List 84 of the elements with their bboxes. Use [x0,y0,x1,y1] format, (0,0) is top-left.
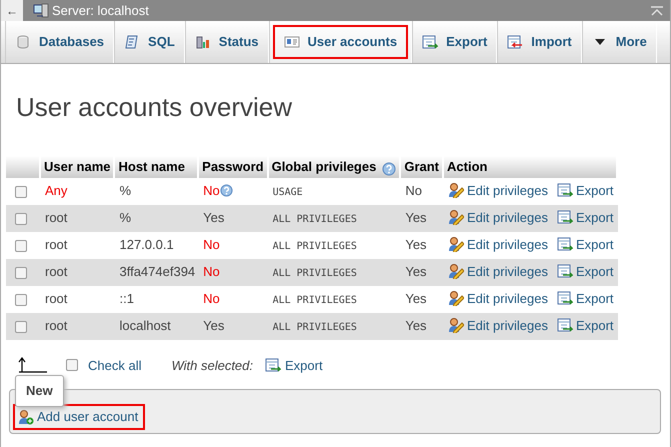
nav-tab[interactable]: User accounts [268,21,412,63]
table-cell: No [203,237,220,252]
id-card-icon [284,34,300,50]
table-cell: 3ffa474ef394 [115,258,200,286]
user-edit-icon [448,290,464,306]
user-edit-icon [448,317,464,334]
row-checkbox[interactable] [15,321,27,333]
server-icon [33,2,49,18]
row-checkbox[interactable] [15,240,27,252]
table-cell: No [203,264,220,280]
edit-privileges-link[interactable]: Edit privileges [448,237,548,252]
with-selected-label: With selected: [171,356,253,375]
row-checkbox[interactable] [15,267,27,279]
export-icon [556,290,573,306]
back-button[interactable]: ← [1,0,23,21]
nav-tab[interactable]: Import [497,21,582,63]
add-user-icon [18,408,34,425]
column-header: Password [199,156,269,178]
user-edit-icon [448,263,464,280]
row-checkbox[interactable] [15,186,27,198]
export-icon [556,317,573,334]
chart-icon [194,34,211,50]
export-link[interactable]: Export [556,291,614,306]
table-cell: Yes [203,318,224,334]
check-all-checkbox[interactable] [66,359,78,372]
nav-tab[interactable]: More [582,21,657,63]
export-link[interactable]: Export [556,183,614,198]
table-cell: Yes [401,258,444,286]
edit-privileges-link[interactable]: Edit privileges [448,264,548,280]
table-cell: root [41,312,116,340]
table-cell: ALL PRIVILEGES [272,268,357,280]
table-cell: localhost [115,312,200,340]
table-cell: ALL PRIVILEGES [272,214,357,226]
export-icon [556,209,573,226]
nav-tab[interactable]: SQL [114,21,185,63]
export-icon [556,263,573,280]
add-user-account-link[interactable]: Add user account [15,406,144,428]
edit-privileges-link[interactable]: Edit privileges [448,318,548,334]
row-checkbox[interactable] [15,294,27,306]
fieldset-legend: New [15,375,64,407]
user-edit-icon [448,236,464,252]
database-icon [15,34,31,50]
edit-privileges-link[interactable]: Edit privileges [448,291,548,306]
column-header: Host name [115,156,200,178]
check-all-link[interactable]: Check all [88,356,142,376]
column-header: Action [444,156,618,178]
nav-tab[interactable]: Status [184,21,269,63]
export-link[interactable]: Export [556,237,614,252]
export-link[interactable]: Export [556,318,614,334]
column-header-text: Global privileges [272,159,376,174]
table-cell: Yes [203,210,224,226]
page-heading: User accounts overview [16,92,293,124]
table-cell: No [203,183,220,198]
nav-tab[interactable]: Export [412,21,498,63]
nav-tab[interactable]: Databases [5,21,114,63]
export-link[interactable]: Export [556,264,614,280]
user-edit-icon [448,209,464,226]
export-icon [265,356,281,373]
table-cell: USAGE [272,187,303,198]
document-icon [124,34,140,50]
table-cell: No [203,291,220,306]
row-checkbox[interactable] [15,213,27,225]
import-icon [507,34,524,50]
edit-privileges-link[interactable]: Edit privileges [448,210,548,226]
export-link[interactable]: Export [556,210,614,226]
user-edit-icon [448,182,464,198]
table-cell: Yes [401,312,444,340]
table-cell: root [41,204,116,232]
arrow-up-icon [18,357,48,374]
table-cell: ALL PRIVILEGES [272,322,357,334]
column-header: User name [41,156,116,178]
export-icon [556,236,573,252]
table-cell: ALL PRIVILEGES [272,295,357,306]
export-icon [556,182,573,198]
table-cell: root [41,258,116,286]
table-cell: ALL PRIVILEGES [272,241,357,252]
window-title: Server: localhost [52,2,149,20]
table-cell: Yes [401,204,444,232]
export-icon [422,34,438,50]
collapse-icon [650,4,664,16]
edit-privileges-link[interactable]: Edit privileges [448,183,548,198]
column-header: Grant [401,156,444,178]
export-link[interactable]: Export [265,356,323,376]
table-cell: % [115,204,200,232]
